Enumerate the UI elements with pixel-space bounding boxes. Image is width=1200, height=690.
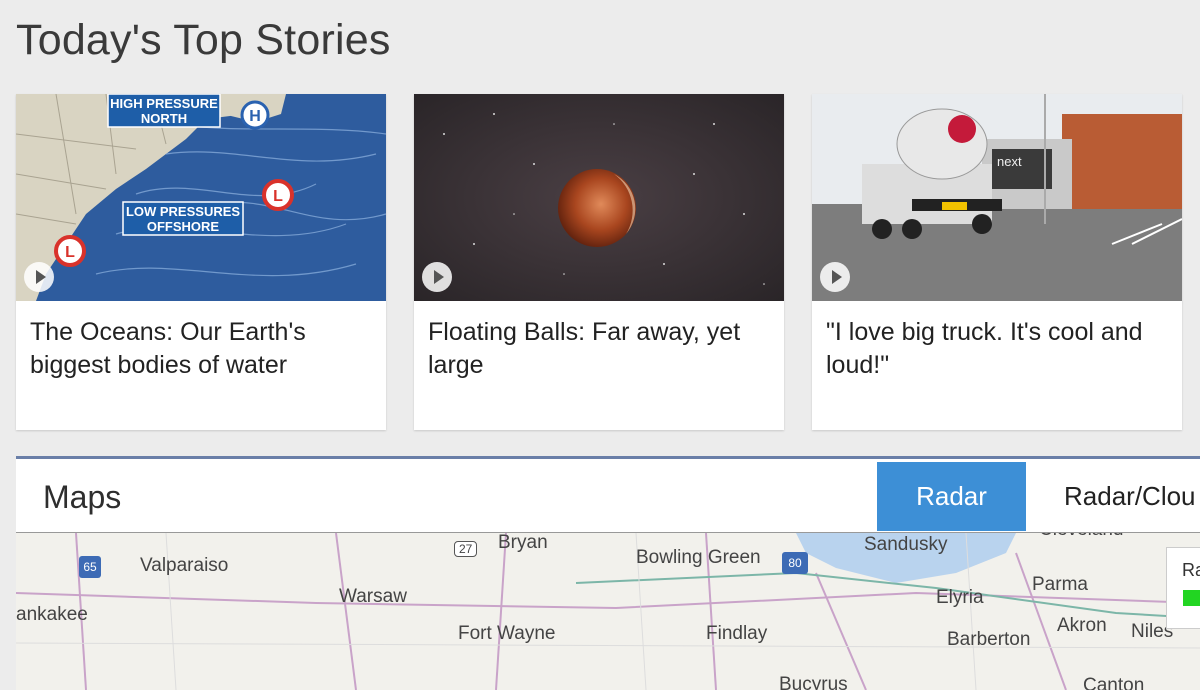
tab-radar[interactable]: Radar [877,462,1026,531]
city-label: Bryan [498,532,548,553]
city-label: ankakee [16,604,88,625]
overlay-label: OFFSHORE [147,219,220,234]
low-pressure-icon: L [262,179,294,211]
city-label: Canton [1083,675,1145,690]
story-headline[interactable]: "I love big truck. It's cool and loud!" [826,316,1168,382]
svg-text:L: L [65,244,75,261]
story-card-floating-balls[interactable]: Floating Balls: Far away, yet large [414,94,784,430]
route-shield-icon: 27 [454,537,478,559]
tab-radar-cloud[interactable]: Radar/Clou [1064,462,1196,531]
overlay-label: LOW PRESSURES [126,204,240,219]
story-card-big-truck[interactable]: next "I love big truck. It's cool and lo… [812,94,1182,430]
story-thumbnail[interactable]: HIGH PRESSURE NORTH LOW PRESSURES OFFSHO… [16,94,386,301]
city-label: Parma [1032,574,1088,595]
interstate-shield-icon: 65 [79,555,101,578]
radar-legend: Ra [1166,547,1200,629]
city-label: Bowling Green [636,547,761,568]
story-card-oceans[interactable]: HIGH PRESSURE NORTH LOW PRESSURES OFFSHO… [16,94,386,430]
svg-text:H: H [249,108,261,125]
overlay-label: NORTH [141,111,187,126]
legend-swatch [1183,590,1200,606]
low-pressure-icon: L [54,235,86,267]
svg-text:L: L [273,188,283,205]
weather-map-image: HIGH PRESSURE NORTH LOW PRESSURES OFFSHO… [16,94,386,301]
moon-image [414,94,784,301]
overlay-label: HIGH PRESSURE [110,96,218,111]
city-label: Findlay [706,623,768,644]
maps-title: Maps [43,479,122,515]
interstate-shield-icon: 80 [782,551,808,574]
city-label: Bucyrus [779,674,848,690]
legend-label: Ra [1182,560,1200,580]
city-label: Sandusky [864,534,948,555]
high-pressure-icon: H [240,100,270,130]
city-label: Akron [1057,615,1107,636]
play-icon[interactable] [820,262,850,292]
radar-map[interactable]: 65 27 80 Valparaiso ankakee Warsaw Bryan… [16,532,1200,690]
play-icon[interactable] [24,262,54,292]
city-label: Warsaw [339,586,407,607]
section-title: Today's Top Stories [16,16,391,64]
city-label: Barberton [947,629,1031,650]
play-icon[interactable] [422,262,452,292]
city-label: Valparaiso [140,555,229,576]
story-thumbnail[interactable]: next [812,94,1182,301]
store-sign: next [997,154,1022,169]
city-label: Elyria [936,587,984,608]
story-headline[interactable]: The Oceans: Our Earth's biggest bodies o… [30,316,372,382]
truck-image: next [812,94,1182,301]
city-label: Fort Wayne [458,623,556,644]
story-thumbnail[interactable] [414,94,784,301]
story-headline[interactable]: Floating Balls: Far away, yet large [428,316,770,382]
maps-section: Maps Radar Radar/Clou 65 27 80 Valparais… [16,456,1200,690]
city-label: Cleveland [1039,533,1124,541]
